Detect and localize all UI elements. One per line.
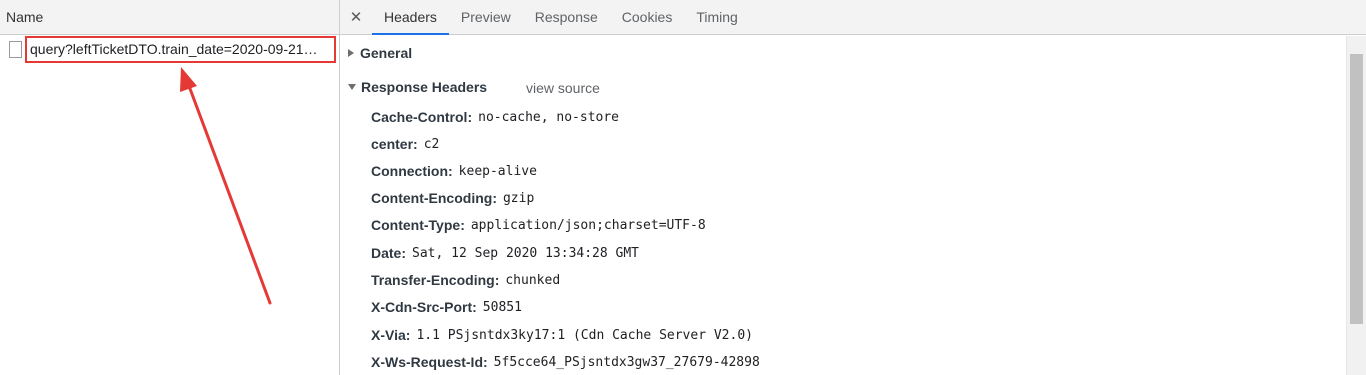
header-value: Sat, 12 Sep 2020 13:34:28 GMT <box>412 245 640 261</box>
details-tabs-bar: ✕ Headers Preview Response Cookies Timin… <box>340 0 1366 35</box>
tab-cookies[interactable]: Cookies <box>610 0 685 34</box>
triangle-right-icon <box>348 49 354 57</box>
header-colon: : <box>492 190 497 206</box>
header-value: chunked <box>505 272 561 288</box>
header-colon: : <box>483 354 488 370</box>
header-key: X-Ws-Request-Id <box>371 354 483 370</box>
header-value: no-cache, no-store <box>478 109 620 125</box>
request-row[interactable]: query?leftTicketDTO.train_date=2020-09-2… <box>0 35 339 63</box>
devtools-network-panel: Name query?leftTicketDTO.train_date=2020… <box>0 0 1366 375</box>
request-list-pane: Name query?leftTicketDTO.train_date=2020… <box>0 0 340 375</box>
request-details-pane: ✕ Headers Preview Response Cookies Timin… <box>340 0 1366 375</box>
header-value: c2 <box>423 136 440 152</box>
header-colon: : <box>413 136 418 152</box>
scrollbar-thumb[interactable] <box>1350 54 1363 324</box>
request-name[interactable]: query?leftTicketDTO.train_date=2020-09-2… <box>25 36 336 63</box>
header-key: Connection <box>371 163 448 179</box>
header-key: Content-Type <box>371 217 461 233</box>
header-row: Content-Type: application/json;charset=U… <box>371 215 706 235</box>
headers-content: General Response Headers view source Cac… <box>340 36 1346 375</box>
header-row: Content-Encoding: gzip <box>371 188 534 208</box>
header-colon: : <box>460 217 465 233</box>
name-column-header[interactable]: Name <box>0 0 339 35</box>
file-icon <box>9 40 22 58</box>
header-key: center <box>371 136 414 152</box>
header-row: X-Cdn-Src-Port: 50851 <box>371 297 522 317</box>
header-value: gzip <box>502 190 535 206</box>
tab-preview[interactable]: Preview <box>449 0 523 34</box>
general-section-toggle[interactable]: General <box>348 45 412 61</box>
triangle-down-icon <box>348 84 356 90</box>
tab-headers[interactable]: Headers <box>372 0 449 35</box>
header-row: center: c2 <box>371 134 439 154</box>
header-value: 5f5cce64_PSjsntdx3gw37_27679-42898 <box>493 354 760 370</box>
header-row: X-Ws-Request-Id: 5f5cce64_PSjsntdx3gw37_… <box>371 352 760 372</box>
general-section-label: General <box>360 45 413 61</box>
view-source-link[interactable]: view source <box>526 80 600 96</box>
vertical-scrollbar[interactable] <box>1346 36 1366 375</box>
header-key: Transfer-Encoding <box>371 272 495 288</box>
tab-timing[interactable]: Timing <box>684 0 750 34</box>
header-colon: : <box>472 299 477 315</box>
header-value: 1.1 PSjsntdx3ky17:1 (Cdn Cache Server V2… <box>416 327 753 343</box>
header-key: X-Cdn-Src-Port <box>371 299 473 315</box>
header-colon: : <box>401 245 407 261</box>
header-row: X-Via: 1.1 PSjsntdx3ky17:1 (Cdn Cache Se… <box>371 325 753 345</box>
header-colon: : <box>467 109 473 125</box>
header-row: Connection: keep-alive <box>371 161 537 181</box>
header-colon: : <box>405 327 411 343</box>
header-value: 50851 <box>482 299 522 315</box>
name-column-label: Name <box>6 9 44 25</box>
header-colon: : <box>448 163 453 179</box>
response-headers-section-label: Response Headers <box>361 79 488 95</box>
tab-response[interactable]: Response <box>523 0 610 34</box>
header-key: Cache-Control <box>371 109 468 125</box>
header-key: X-Via <box>371 327 406 343</box>
header-value: application/json;charset=UTF-8 <box>470 217 706 233</box>
close-icon[interactable]: ✕ <box>340 0 372 34</box>
response-headers-section-toggle[interactable]: Response Headers <box>348 79 487 95</box>
header-row: Date: Sat, 12 Sep 2020 13:34:28 GMT <box>371 243 639 263</box>
header-key: Content-Encoding <box>371 190 493 206</box>
header-key: Date <box>371 245 402 261</box>
header-row: Transfer-Encoding: chunked <box>371 270 560 290</box>
header-row: Cache-Control: no-cache, no-store <box>371 107 619 127</box>
header-colon: : <box>494 272 500 288</box>
header-value: keep-alive <box>458 163 537 179</box>
